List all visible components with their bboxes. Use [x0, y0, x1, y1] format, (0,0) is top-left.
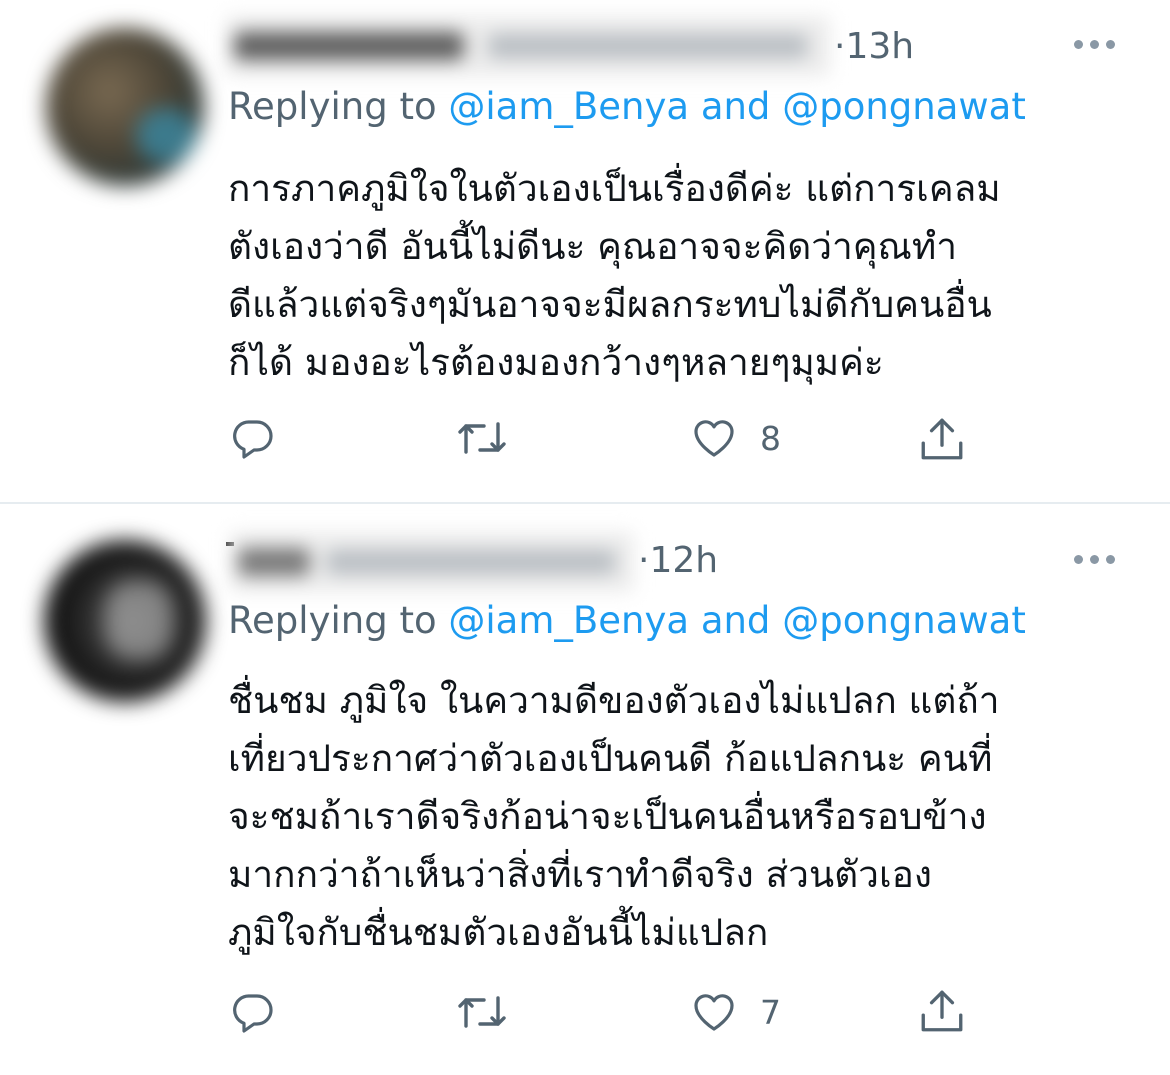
like-count: 8	[760, 418, 781, 458]
share-icon	[921, 990, 963, 1032]
tweet-1[interactable]: ·13h Replying to @iam_Benya and @pongnaw…	[0, 0, 1170, 503]
heart-icon	[694, 994, 734, 1031]
replying-to-label: Replying to	[228, 85, 437, 128]
tweet-timestamp[interactable]: ·12h	[638, 543, 718, 579]
tweet-text-line: จะชมถ้าเราดีจริงก้อน่าจะเป็นคนอื่นหรือรอ…	[228, 795, 987, 838]
mention-and: and	[700, 599, 771, 642]
more-options-icon[interactable]	[1074, 40, 1115, 49]
blurred-user-name[interactable]	[230, 532, 634, 592]
retweet-icon	[458, 422, 506, 454]
mention-link[interactable]: @pongnawat	[782, 85, 1026, 128]
mention-and: and	[700, 85, 771, 128]
tweet-text-line: ชื่นชม ภูมิใจ ในความดีของตัวเองไม่แปลก แ…	[228, 679, 1000, 722]
tweet-text: ชื่นชม ภูมิใจ ในความดีของตัวเองไม่แปลก แ…	[228, 672, 1138, 962]
avatar[interactable]	[46, 28, 204, 186]
retweet-icon	[458, 996, 506, 1028]
tweet-text: การภาคภูมิใจในตัวเองเป็นเรื่องดีค่ะ แต่ก…	[228, 160, 1138, 392]
blurred-user-name[interactable]	[226, 16, 830, 76]
mention-link[interactable]: @pongnawat	[782, 599, 1026, 642]
tweet-text-line: ตังเองว่าดี อันนี้ไม่ดีนะ คุณอาจจะคิดว่า…	[228, 225, 958, 268]
share-icon	[921, 418, 963, 460]
like-count: 7	[760, 992, 781, 1032]
tweet-timestamp[interactable]: ·13h	[834, 29, 914, 65]
tweet-text-line: ดีแล้วแต่จริงๆมันอาจจะมีผลกระทบไม่ดีกับค…	[228, 283, 992, 326]
reply-icon	[233, 994, 273, 1033]
retweet-button[interactable]	[456, 988, 508, 1036]
tweet-text-line: ก็ได้ มองอะไรต้องมองกว้างๆหลายๆมุมค่ะ	[228, 341, 884, 384]
like-button[interactable]: 7	[690, 988, 781, 1036]
reply-button[interactable]	[229, 988, 277, 1036]
share-button[interactable]	[917, 986, 967, 1036]
tweet-text-line: เที่ยวประกาศว่าตัวเองเป็นคนดี ก้อแปลกนะ …	[228, 737, 993, 780]
replying-to-line: Replying to @iam_Benya and @pongnawat	[228, 602, 1026, 639]
like-button[interactable]: 8	[690, 414, 781, 462]
heart-icon	[694, 420, 734, 457]
mention-link[interactable]: @iam_Benya	[448, 599, 689, 642]
replying-to-line: Replying to @iam_Benya and @pongnawat	[228, 88, 1026, 125]
tweet-text-line: ภูมิใจกับชื่นชมตัวเองอันนี้ไม่แปลก	[228, 911, 769, 954]
share-button[interactable]	[917, 414, 967, 464]
replying-to-label: Replying to	[228, 599, 437, 642]
tweet-text-line: มากกว่าถ้าเห็นว่าสิ่งที่เราทำดีจริง ส่วน…	[228, 853, 932, 896]
reply-icon	[233, 420, 273, 459]
mention-link[interactable]: @iam_Benya	[448, 85, 689, 128]
retweet-button[interactable]	[456, 414, 508, 462]
tweet-text-line: การภาคภูมิใจในตัวเองเป็นเรื่องดีค่ะ แต่ก…	[228, 167, 1001, 210]
avatar[interactable]	[44, 540, 206, 702]
reply-button[interactable]	[229, 414, 277, 462]
more-options-icon[interactable]	[1074, 555, 1115, 564]
